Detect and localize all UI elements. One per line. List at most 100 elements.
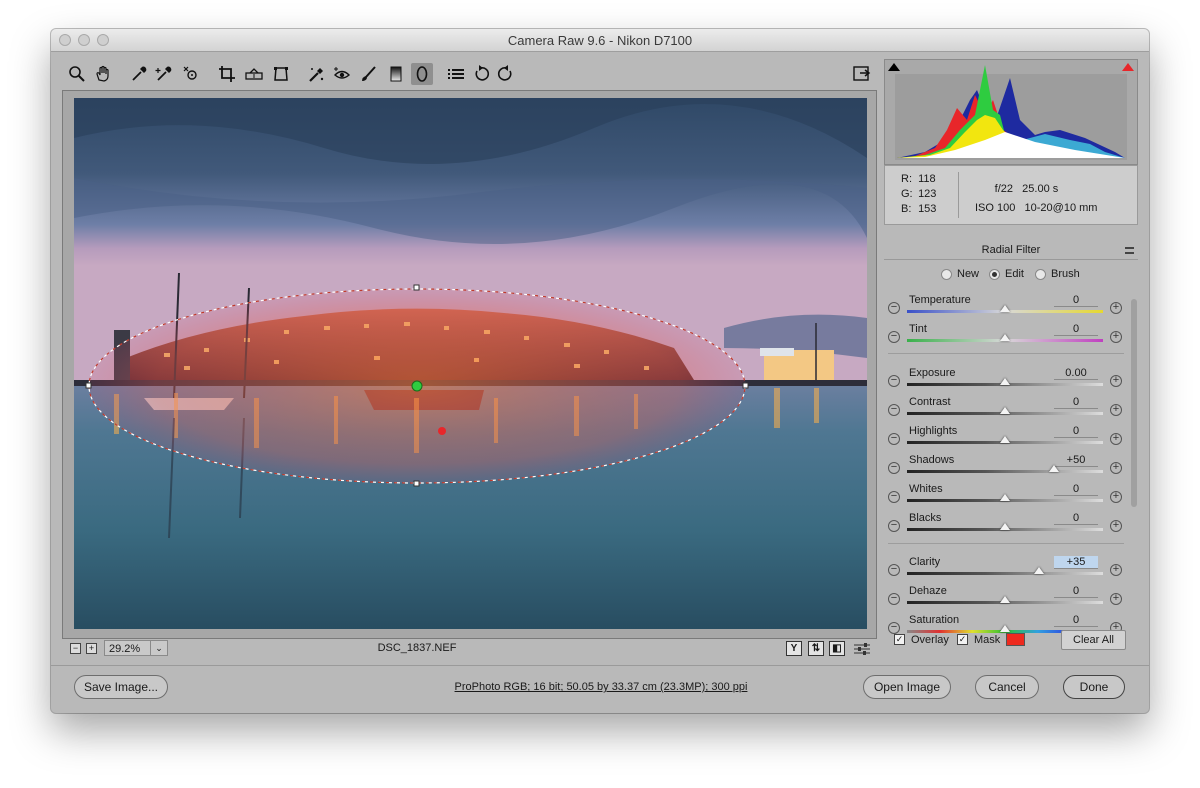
slider-thumb[interactable] xyxy=(1000,305,1010,312)
slider-thumb[interactable] xyxy=(1000,523,1010,530)
plus-circle-icon[interactable]: + xyxy=(1110,564,1122,576)
minus-circle-icon[interactable]: − xyxy=(888,433,900,445)
mask-color-swatch[interactable] xyxy=(1006,633,1025,646)
plus-circle-icon[interactable]: + xyxy=(1110,491,1122,503)
window-title: Camera Raw 9.6 - Nikon D7100 xyxy=(507,33,693,48)
adjustment-brush-tool-button[interactable] xyxy=(358,63,380,85)
photo-preview[interactable] xyxy=(74,98,867,629)
slider-value-field[interactable]: 0 xyxy=(1054,396,1098,409)
copy-settings-button[interactable]: ◧ xyxy=(829,641,845,656)
level-icon xyxy=(245,68,263,80)
mode-new-radio[interactable]: New xyxy=(941,268,979,280)
graduated-filter-tool-button[interactable] xyxy=(385,63,407,85)
mask-options: ✓ Overlay ✓ Mask Clear All xyxy=(884,629,1138,651)
cancel-button[interactable]: Cancel xyxy=(975,675,1039,699)
fullscreen-button[interactable] xyxy=(851,63,873,85)
zoom-level-select[interactable]: 29.2% ⌄ xyxy=(104,640,168,656)
before-after-toggle-button[interactable]: Y xyxy=(786,641,802,656)
rotate-left-button[interactable] xyxy=(470,63,492,85)
minus-circle-icon[interactable]: − xyxy=(888,491,900,503)
dialog-footer: Save Image... ProPhoto RGB; 16 bit; 50.0… xyxy=(51,665,1149,713)
rgb-readout: R: 118 G: 123 B: 153 xyxy=(901,172,936,217)
minus-circle-icon[interactable]: − xyxy=(888,302,900,314)
plus-circle-icon[interactable]: + xyxy=(1110,593,1122,605)
slider-track[interactable] xyxy=(907,572,1103,575)
color-sampler-tool-button[interactable] xyxy=(153,63,175,85)
radial-filter-tool-button[interactable] xyxy=(411,63,433,85)
ellipse-icon xyxy=(416,66,428,82)
slider-value-field[interactable]: 0 xyxy=(1054,425,1098,438)
plus-circle-icon[interactable]: + xyxy=(1110,404,1122,416)
swap-settings-button[interactable]: ⇅ xyxy=(808,641,824,656)
rotate-right-button[interactable] xyxy=(495,63,517,85)
minus-circle-icon[interactable]: − xyxy=(888,520,900,532)
adjustment-sliders: − Temperature 0 + − Tint 0 + − Exposure 0.00 + − Cont… xyxy=(884,293,1130,657)
harbour-photo xyxy=(74,98,867,629)
zoom-out-button[interactable]: − xyxy=(70,643,81,654)
white-balance-tool-button[interactable] xyxy=(128,63,150,85)
mode-edit-radio[interactable]: Edit xyxy=(989,268,1024,280)
rotate-cw-icon xyxy=(497,65,512,81)
histogram xyxy=(884,59,1138,165)
slider-value-field[interactable]: 0 xyxy=(1054,585,1098,598)
overlay-checkbox[interactable]: ✓ xyxy=(894,634,905,645)
minus-circle-icon[interactable]: − xyxy=(888,564,900,576)
slider-value-field[interactable]: 0 xyxy=(1054,323,1098,336)
save-image-button[interactable]: Save Image... xyxy=(74,675,168,699)
slider-thumb[interactable] xyxy=(1000,494,1010,501)
targeted-adjustment-tool-button[interactable] xyxy=(180,63,202,85)
panel-menu-icon[interactable] xyxy=(1125,247,1134,254)
slider-thumb[interactable] xyxy=(1000,436,1010,443)
plus-circle-icon[interactable]: + xyxy=(1110,375,1122,387)
panel-title: Radial Filter xyxy=(884,243,1138,260)
plus-circle-icon[interactable]: + xyxy=(1110,520,1122,532)
mask-checkbox[interactable]: ✓ xyxy=(957,634,968,645)
hand-tool-button[interactable] xyxy=(92,63,114,85)
minus-circle-icon[interactable]: − xyxy=(888,462,900,474)
slider-thumb[interactable] xyxy=(1034,567,1045,574)
slider-value-field[interactable]: +35 xyxy=(1054,556,1098,569)
slider-value-field[interactable]: 0 xyxy=(1054,483,1098,496)
slider-row-blacks: − Blacks 0 + xyxy=(884,511,1130,541)
workflow-options-link[interactable]: ProPhoto RGB; 16 bit; 50.05 by 33.37 cm … xyxy=(396,681,806,693)
slider-thumb[interactable] xyxy=(1000,334,1010,341)
plus-circle-icon[interactable]: + xyxy=(1110,433,1122,445)
eyedropper-plus-icon xyxy=(155,66,172,81)
zoom-in-button[interactable]: + xyxy=(86,643,97,654)
straighten-tool-button[interactable] xyxy=(243,63,265,85)
minus-circle-icon[interactable]: − xyxy=(888,331,900,343)
red-eye-tool-button[interactable] xyxy=(331,63,353,85)
plus-circle-icon[interactable]: + xyxy=(1110,331,1122,343)
panel-scrollbar[interactable] xyxy=(1131,299,1137,507)
slider-value-field[interactable]: 0 xyxy=(1054,512,1098,525)
mode-brush-radio[interactable]: Brush xyxy=(1035,268,1080,280)
slider-track[interactable] xyxy=(907,470,1103,473)
slider-value-field[interactable]: 0 xyxy=(1054,294,1098,307)
preferences-button[interactable] xyxy=(445,63,467,85)
slider-value-field[interactable]: +50 xyxy=(1054,454,1098,467)
minus-circle-icon[interactable]: − xyxy=(888,404,900,416)
plus-circle-icon[interactable]: + xyxy=(1110,302,1122,314)
slider-thumb[interactable] xyxy=(1049,465,1059,472)
radio-dot xyxy=(989,268,1000,280)
slider-value-field[interactable]: 0 xyxy=(1054,614,1098,627)
slider-row-tint: − Tint 0 + xyxy=(884,322,1130,352)
slider-thumb[interactable] xyxy=(1000,407,1010,414)
slider-thumb[interactable] xyxy=(1000,378,1010,385)
open-image-button[interactable]: Open Image xyxy=(863,675,951,699)
spot-removal-tool-button[interactable] xyxy=(305,63,327,85)
minus-circle-icon[interactable]: − xyxy=(888,375,900,387)
done-button[interactable]: Done xyxy=(1063,675,1125,699)
plus-circle-icon[interactable]: + xyxy=(1110,462,1122,474)
transform-tool-button[interactable] xyxy=(270,63,292,85)
info-divider xyxy=(958,172,959,218)
radio-label: New xyxy=(957,268,980,280)
slider-thumb[interactable] xyxy=(1000,596,1010,603)
clear-all-button[interactable]: Clear All xyxy=(1061,630,1126,650)
sliders-settings-icon[interactable] xyxy=(854,642,870,656)
crop-tool-button[interactable] xyxy=(216,63,238,85)
eyedropper-icon xyxy=(132,66,147,81)
zoom-tool-button[interactable] xyxy=(66,63,88,85)
minus-circle-icon[interactable]: − xyxy=(888,593,900,605)
slider-value-field[interactable]: 0.00 xyxy=(1054,367,1098,380)
